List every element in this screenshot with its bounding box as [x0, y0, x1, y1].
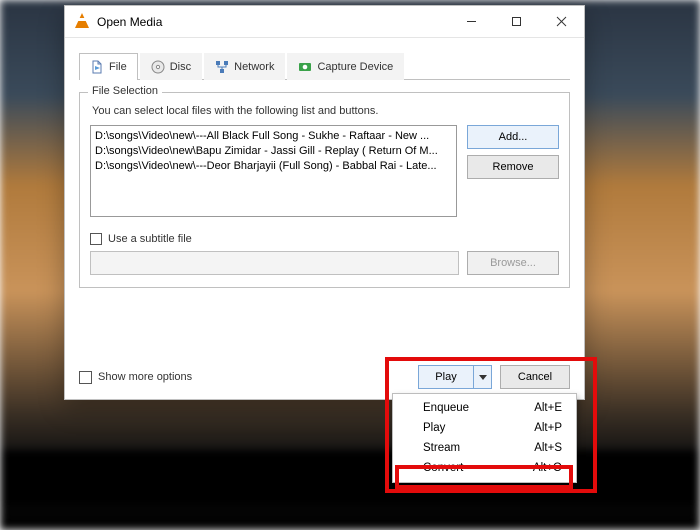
- menu-item-stream[interactable]: Stream Alt+S: [393, 438, 576, 458]
- disc-icon: [151, 60, 165, 74]
- menu-item-label: Convert: [423, 462, 463, 474]
- cancel-button[interactable]: Cancel: [500, 365, 570, 389]
- menu-item-label: Play: [423, 422, 445, 434]
- minimize-button[interactable]: [449, 6, 494, 37]
- network-icon: [215, 60, 229, 74]
- tab-file[interactable]: File: [79, 53, 138, 80]
- menu-item-shortcut: Alt+S: [534, 442, 562, 454]
- tab-disc[interactable]: Disc: [140, 53, 202, 80]
- tab-label: File: [109, 61, 127, 73]
- chevron-down-icon: [479, 373, 487, 381]
- capture-icon: [298, 60, 312, 74]
- subtitle-checkbox[interactable]: [90, 233, 102, 245]
- menu-item-play[interactable]: Play Alt+P: [393, 418, 576, 438]
- play-dropdown-menu: Enqueue Alt+E Play Alt+P Stream Alt+S Co…: [392, 393, 577, 483]
- menu-item-shortcut: Alt+P: [534, 422, 562, 434]
- show-more-checkbox[interactable]: [79, 371, 92, 384]
- file-selection-hint: You can select local files with the foll…: [92, 105, 559, 117]
- tab-label: Disc: [170, 61, 191, 73]
- tab-label: Capture Device: [317, 61, 393, 73]
- menu-item-label: Stream: [423, 442, 460, 454]
- remove-button[interactable]: Remove: [467, 155, 559, 179]
- subtitle-path-input: [90, 251, 459, 275]
- tab-capture[interactable]: Capture Device: [287, 53, 404, 80]
- menu-item-shortcut: Alt+E: [534, 402, 562, 414]
- maximize-button[interactable]: [494, 6, 539, 37]
- file-list-item[interactable]: D:\songs\Video\new\Bapu Zimidar - Jassi …: [95, 144, 452, 159]
- add-button[interactable]: Add...: [467, 125, 559, 149]
- file-list[interactable]: D:\songs\Video\new\---All Black Full Son…: [90, 125, 457, 217]
- menu-item-convert[interactable]: Convert Alt+O: [393, 458, 576, 478]
- tabs: File Disc Network Capture Device: [79, 52, 570, 80]
- open-media-window: Open Media File: [64, 5, 585, 400]
- play-split-button[interactable]: Play: [418, 365, 492, 389]
- file-icon: [90, 60, 104, 74]
- subtitle-label: Use a subtitle file: [108, 233, 192, 245]
- play-button-dropdown[interactable]: [474, 365, 492, 389]
- browse-button: Browse...: [467, 251, 559, 275]
- file-list-item[interactable]: D:\songs\Video\new\---All Black Full Son…: [95, 129, 452, 144]
- play-button-main[interactable]: Play: [418, 365, 474, 389]
- menu-item-shortcut: Alt+O: [533, 462, 562, 474]
- menu-item-enqueue[interactable]: Enqueue Alt+E: [393, 398, 576, 418]
- show-more-label: Show more options: [98, 371, 192, 383]
- group-legend: File Selection: [88, 85, 162, 97]
- file-list-item[interactable]: D:\songs\Video\new\---Deor Bharjayii (Fu…: [95, 159, 452, 174]
- tab-network[interactable]: Network: [204, 53, 285, 80]
- menu-item-label: Enqueue: [423, 402, 469, 414]
- vlc-cone-icon: [73, 13, 91, 31]
- titlebar[interactable]: Open Media: [65, 6, 584, 38]
- file-selection-group: File Selection You can select local file…: [79, 92, 570, 288]
- close-button[interactable]: [539, 6, 584, 37]
- tab-label: Network: [234, 61, 274, 73]
- window-title: Open Media: [97, 15, 449, 29]
